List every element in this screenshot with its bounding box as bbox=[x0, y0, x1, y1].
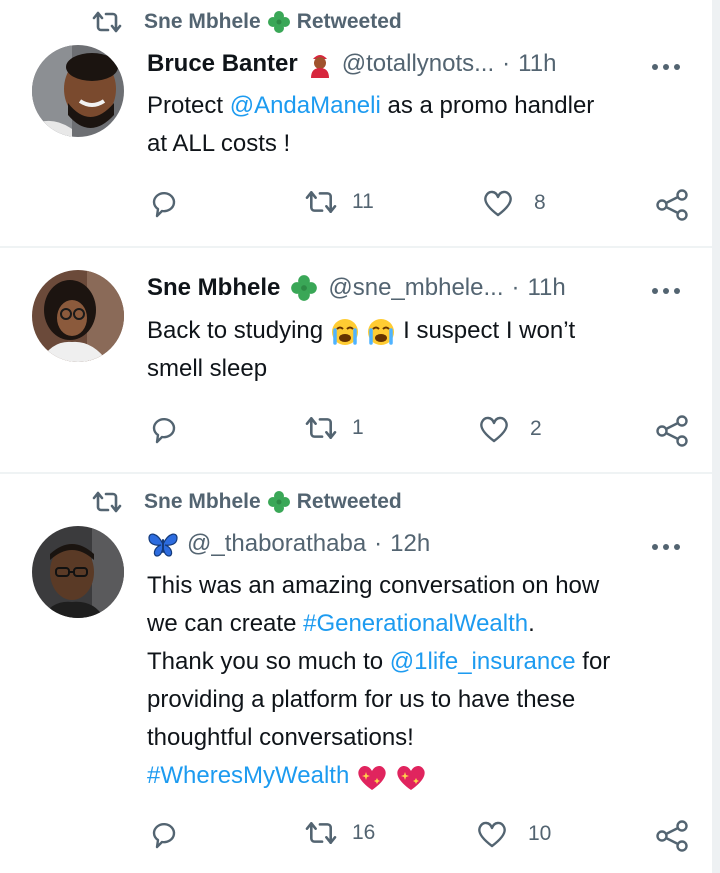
separator-dot: · bbox=[502, 50, 511, 77]
separator-dot: · bbox=[374, 530, 383, 557]
retweet-button[interactable]: 16 bbox=[304, 819, 375, 847]
author-name[interactable]: Sne Mbhele bbox=[147, 274, 280, 302]
reply-icon bbox=[152, 822, 176, 849]
more-options-icon[interactable] bbox=[650, 62, 682, 72]
tweet-header: Bruce Banter @totallynots... · 11h bbox=[147, 46, 556, 82]
retweet-icon bbox=[305, 417, 337, 439]
timestamp[interactable]: 11h bbox=[527, 274, 565, 302]
mention-link[interactable]: @1life_insurance bbox=[390, 648, 576, 675]
tweet-header: Sne Mbhele @sne_mbhele... · 11h bbox=[147, 270, 566, 306]
retweet-context: Sne Mbhele Retweeted bbox=[92, 7, 402, 37]
text-segment: we can create bbox=[147, 610, 304, 637]
tweet-header: @_thaborathaba · 12h bbox=[147, 526, 430, 562]
tweet-actions: 11 8 bbox=[0, 188, 712, 224]
text-segment: for bbox=[575, 648, 611, 675]
crying-face-emoji-icon bbox=[331, 318, 358, 345]
text-segment: . bbox=[528, 610, 535, 637]
like-button[interactable]: 10 bbox=[476, 819, 551, 849]
tweet-card[interactable]: Sne Mbhele Retweeted Bruce Banter @total… bbox=[0, 0, 712, 246]
more-options-icon[interactable] bbox=[650, 542, 682, 552]
tweet-actions: 16 10 bbox=[0, 819, 712, 855]
retweeter-name[interactable]: Sne Mbhele bbox=[144, 10, 261, 34]
retweeted-label: Retweeted bbox=[296, 490, 402, 513]
hashtag-link[interactable]: #GenerationalWealth bbox=[303, 610, 528, 637]
retweet-icon bbox=[92, 11, 122, 33]
tweet-actions: 1 2 bbox=[0, 414, 712, 450]
like-count: 10 bbox=[528, 822, 552, 845]
sparkling-heart-emoji-icon bbox=[396, 765, 425, 790]
like-button[interactable]: 8 bbox=[482, 188, 546, 218]
mention-link[interactable]: @AndaManeli bbox=[230, 92, 381, 119]
author-name[interactable]: Bruce Banter bbox=[147, 50, 298, 78]
text-line: providing a platform for us to have thes… bbox=[147, 686, 576, 713]
tweet-text: This was an amazing conversation on how … bbox=[147, 567, 687, 795]
timestamp[interactable]: 11h bbox=[518, 50, 556, 78]
tweet-text: Protect @AndaManeli as a promo handler a… bbox=[147, 87, 687, 163]
text-line: smell sleep bbox=[147, 355, 268, 382]
share-icon bbox=[656, 189, 688, 221]
heart-icon bbox=[484, 190, 512, 217]
author-handle[interactable]: @_thaborathaba bbox=[187, 530, 366, 558]
more-options-icon[interactable] bbox=[650, 286, 682, 296]
retweet-icon bbox=[92, 491, 122, 513]
reply-icon bbox=[152, 417, 176, 444]
retweet-icon bbox=[305, 191, 337, 213]
crying-face-emoji-icon bbox=[368, 318, 395, 345]
text-line: This was an amazing conversation on how bbox=[147, 572, 600, 599]
retweet-button[interactable]: 11 bbox=[304, 188, 374, 216]
scrollbar-track bbox=[712, 0, 720, 873]
share-button[interactable] bbox=[655, 188, 689, 222]
clover-emoji-icon bbox=[291, 275, 318, 301]
sparkling-heart-emoji-icon bbox=[358, 765, 386, 790]
retweet-button[interactable]: 1 bbox=[304, 414, 364, 442]
clover-emoji-icon bbox=[267, 491, 290, 513]
retweeter-name[interactable]: Sne Mbhele bbox=[144, 490, 261, 514]
text-segment: as a promo handler bbox=[380, 92, 595, 119]
tweet-card[interactable]: Sne Mbhele Retweeted @_thaborathaba · 12… bbox=[0, 474, 712, 873]
tweet-text: Back to studying I suspect I won’t smell… bbox=[147, 312, 687, 388]
share-button[interactable] bbox=[655, 819, 689, 853]
like-count: 8 bbox=[534, 191, 546, 214]
retweet-count: 16 bbox=[352, 821, 376, 844]
text-line: at ALL costs ! bbox=[147, 130, 291, 157]
retweeted-label: Retweeted bbox=[296, 10, 402, 33]
like-count: 2 bbox=[530, 417, 542, 440]
avatar[interactable] bbox=[32, 526, 124, 618]
reply-button[interactable] bbox=[148, 188, 180, 220]
retweet-context: Sne Mbhele Retweeted bbox=[92, 487, 402, 517]
avatar[interactable] bbox=[32, 45, 124, 137]
author-handle[interactable]: @totallynots... bbox=[342, 50, 494, 78]
author-handle[interactable]: @sne_mbhele... bbox=[328, 274, 503, 302]
heart-icon bbox=[480, 416, 508, 443]
clover-emoji-icon bbox=[267, 11, 290, 33]
retweet-count: 11 bbox=[352, 190, 374, 213]
tweet-card[interactable]: Sne Mbhele @sne_mbhele... · 11h Back to … bbox=[0, 248, 712, 472]
person-emoji-icon bbox=[310, 55, 329, 78]
share-icon bbox=[656, 415, 688, 447]
timestamp[interactable]: 12h bbox=[390, 530, 430, 558]
separator-dot: · bbox=[511, 274, 520, 301]
share-icon bbox=[656, 820, 688, 852]
text-line: thoughtful conversations! bbox=[147, 724, 414, 751]
reply-button[interactable] bbox=[148, 414, 180, 446]
text-segment: Thank you so much to bbox=[147, 648, 390, 675]
reply-icon bbox=[152, 191, 176, 218]
text-segment: Back to studying bbox=[147, 317, 324, 344]
hashtag-link[interactable]: #WheresMyWealth bbox=[147, 762, 349, 789]
text-segment: I suspect I won’t bbox=[403, 317, 576, 344]
share-button[interactable] bbox=[655, 414, 689, 448]
text-segment: Protect bbox=[147, 92, 230, 119]
heart-icon bbox=[478, 821, 506, 848]
retweet-icon bbox=[305, 822, 337, 844]
reply-button[interactable] bbox=[148, 819, 180, 851]
butterfly-emoji-icon bbox=[148, 533, 178, 557]
avatar[interactable] bbox=[32, 270, 124, 362]
retweet-count: 1 bbox=[352, 416, 364, 439]
like-button[interactable]: 2 bbox=[478, 414, 542, 444]
